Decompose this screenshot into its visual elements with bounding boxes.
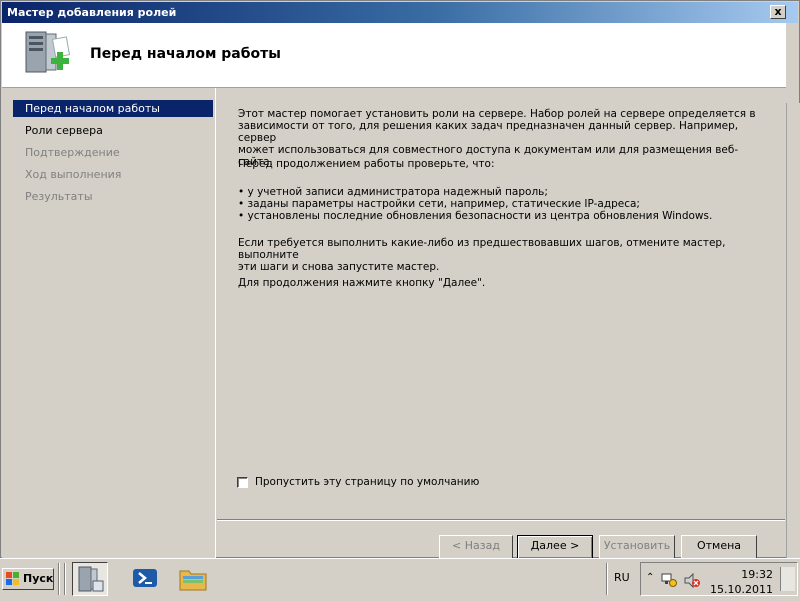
explorer-taskbar-button[interactable]	[176, 562, 212, 596]
intro-line: зависимости от того, для решения каких з…	[238, 120, 739, 144]
header-edge	[786, 23, 798, 103]
continue-text: Для продолжения нажмите кнопку "Далее".	[238, 277, 486, 289]
wizard-header: Перед началом работы	[2, 23, 786, 88]
taskbar: Пуск RU ⌃ 19:32 15.10.2011	[0, 558, 800, 601]
title-bar[interactable]: Мастер добавления ролей x	[2, 2, 798, 23]
start-button[interactable]: Пуск	[2, 568, 54, 590]
skip-page-label[interactable]: Пропустить эту страницу по умолчанию	[255, 476, 479, 488]
cancel-instructions: Если требуется выполнить какие-либо из п…	[238, 237, 758, 273]
list-item: заданы параметры настройки сети, наприме…	[238, 198, 758, 210]
wizard-window: Мастер добавления ролей x Перед началом …	[0, 0, 800, 559]
taskbar-separator	[606, 563, 608, 595]
page-title: Перед началом работы	[90, 46, 281, 62]
wizard-content: Этот мастер помогает установить роли на …	[217, 88, 785, 558]
intro-line: Этот мастер помогает установить роли на …	[238, 108, 756, 120]
language-indicator[interactable]: RU	[614, 571, 630, 584]
list-item: у учетной записи администратора надежный…	[238, 186, 758, 198]
server-manager-icon	[78, 566, 104, 592]
window-title: Мастер добавления ролей	[7, 6, 177, 19]
back-button: < Назад	[439, 535, 513, 559]
powershell-taskbar-button[interactable]	[128, 562, 164, 596]
network-icon[interactable]	[661, 573, 677, 587]
clock-date[interactable]: 15.10.2011	[710, 583, 773, 596]
cancel-line: Если требуется выполнить какие-либо из п…	[238, 237, 726, 261]
nav-step-confirmation: Подтверждение	[25, 146, 120, 159]
right-edge-panel	[786, 103, 800, 558]
windows-logo-icon	[6, 572, 19, 585]
nav-step-progress: Ход выполнения	[25, 168, 122, 181]
prerequisite-list: у учетной записи администратора надежный…	[238, 186, 758, 222]
cancel-button[interactable]: Отмена	[681, 535, 757, 559]
volume-muted-icon[interactable]	[683, 573, 701, 589]
check-intro-text: Перед продолжением работы проверьте, что…	[238, 158, 495, 170]
close-button[interactable]: x	[770, 5, 786, 19]
nav-step-results: Результаты	[25, 190, 93, 203]
clock-time[interactable]: 19:32	[741, 568, 773, 581]
server-add-icon	[25, 31, 71, 73]
tray-expand-icon[interactable]: ⌃	[646, 572, 654, 583]
powershell-icon	[133, 569, 157, 587]
start-label: Пуск	[23, 572, 54, 585]
show-desktop-button[interactable]	[780, 567, 795, 591]
list-item: установлены последние обновления безопас…	[238, 210, 758, 222]
wizard-steps-nav: Перед началом работы Роли сервера Подтве…	[2, 88, 216, 558]
next-button[interactable]: Далее >	[517, 535, 593, 559]
taskbar-separator	[58, 563, 60, 595]
install-button: Установить	[599, 535, 675, 559]
nav-step-server-roles[interactable]: Роли сервера	[13, 122, 213, 139]
folder-icon	[179, 570, 207, 591]
button-divider	[217, 519, 785, 521]
skip-page-row[interactable]: Пропустить эту страницу по умолчанию	[237, 476, 479, 488]
cancel-line: эти шаги и снова запустите мастер.	[238, 261, 440, 273]
skip-page-checkbox[interactable]	[237, 476, 248, 488]
taskbar-separator	[64, 563, 66, 595]
server-manager-taskbar-button[interactable]	[72, 562, 108, 596]
system-tray: ⌃ 19:32 15.10.2011	[640, 562, 798, 596]
nav-step-before-you-begin[interactable]: Перед началом работы	[13, 100, 213, 117]
